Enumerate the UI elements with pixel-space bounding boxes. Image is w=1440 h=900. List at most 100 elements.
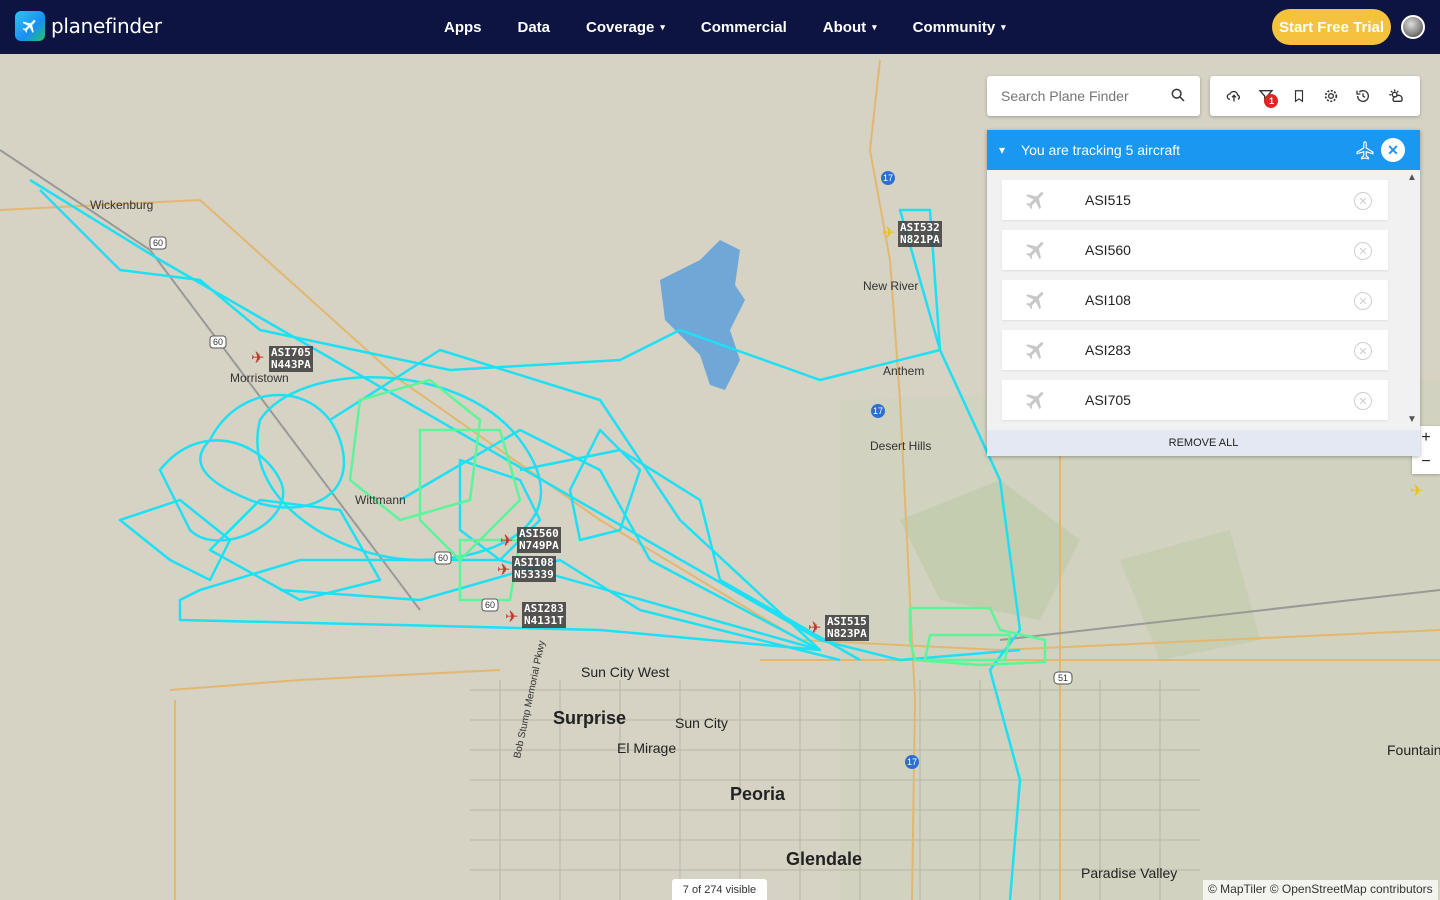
tracking-panel: ▾ You are tracking 5 aircraft ✕ ▲ ASI515… bbox=[987, 130, 1420, 456]
aircraft-label-asi560[interactable]: ASI560 N749PA bbox=[517, 527, 561, 553]
place-new-river: New River bbox=[863, 279, 919, 293]
tracked-aircraft-item[interactable]: ASI560 ✕ bbox=[1002, 230, 1388, 270]
tracking-header[interactable]: ▾ You are tracking 5 aircraft ✕ bbox=[987, 130, 1420, 170]
nav-coverage[interactable]: Coverage ▾ bbox=[586, 19, 665, 36]
aircraft-registration: N823PA bbox=[827, 627, 867, 640]
aircraft-label-asi532[interactable]: ASI532 N821PA bbox=[898, 221, 942, 247]
plane-icon bbox=[1024, 388, 1048, 417]
search-icon[interactable] bbox=[1170, 87, 1186, 108]
tracked-aircraft-item[interactable]: ASI108 ✕ bbox=[1002, 280, 1388, 320]
remove-all-button[interactable]: REMOVE ALL bbox=[987, 430, 1420, 456]
scroll-up-icon[interactable]: ▲ bbox=[1407, 172, 1417, 183]
search-box[interactable] bbox=[987, 76, 1200, 116]
aircraft-icon[interactable]: ✈ bbox=[505, 610, 518, 626]
aircraft-icon[interactable]: ✈ bbox=[497, 563, 510, 579]
chevron-down-icon[interactable]: ▾ bbox=[999, 143, 1005, 157]
tracked-aircraft-item[interactable]: ASI515 ✕ bbox=[1002, 180, 1388, 220]
us60-shield-c: 60 bbox=[438, 553, 448, 563]
place-glendale: Glendale bbox=[786, 849, 863, 869]
nav-community-label: Community bbox=[912, 18, 996, 36]
aircraft-icon[interactable]: ✈ bbox=[808, 621, 821, 637]
plane-icon bbox=[1024, 238, 1048, 267]
az51-shield: 51 bbox=[1058, 673, 1068, 683]
history-icon[interactable] bbox=[1353, 86, 1373, 106]
chevron-down-icon: ▾ bbox=[1001, 21, 1006, 32]
tracked-aircraft-item[interactable]: ASI705 ✕ bbox=[1002, 380, 1388, 420]
place-anthem: Anthem bbox=[883, 364, 925, 378]
top-navbar: planefinder Apps Data Coverage ▾ Commerci… bbox=[0, 0, 1440, 54]
place-morristown: Morristown bbox=[230, 371, 289, 385]
nav-commercial[interactable]: Commercial bbox=[701, 19, 787, 36]
place-desert-hills: Desert Hills bbox=[870, 439, 932, 453]
weather-icon[interactable] bbox=[1386, 86, 1406, 106]
us60-shield-d: 60 bbox=[485, 600, 495, 610]
tracked-callsign: ASI515 bbox=[1085, 192, 1131, 208]
nav-coverage-label: Coverage bbox=[586, 18, 655, 36]
place-surprise: Surprise bbox=[553, 708, 627, 728]
aircraft-registration: N821PA bbox=[900, 233, 940, 246]
place-paradise-valley: Paradise Valley bbox=[1081, 865, 1178, 881]
cloud-upload-icon[interactable] bbox=[1224, 86, 1244, 106]
i17-shield-north: 17 bbox=[883, 173, 893, 183]
filter-badge: 1 bbox=[1264, 94, 1279, 108]
remove-tracked-icon[interactable]: ✕ bbox=[1354, 242, 1372, 260]
place-sun-city-west: Sun City West bbox=[581, 664, 670, 680]
nav-about[interactable]: About ▾ bbox=[823, 19, 877, 36]
plane-icon bbox=[1024, 188, 1048, 217]
remove-tracked-icon[interactable]: ✕ bbox=[1354, 342, 1372, 360]
settings-icon[interactable] bbox=[1321, 86, 1341, 106]
place-wickenburg: Wickenburg bbox=[90, 198, 154, 212]
place-peoria: Peoria bbox=[730, 784, 786, 804]
tracked-callsign: ASI560 bbox=[1085, 242, 1131, 258]
i17-shield-mid: 17 bbox=[873, 406, 883, 416]
plane-logo-icon bbox=[15, 11, 45, 41]
start-free-trial-button[interactable]: Start Free Trial bbox=[1272, 9, 1391, 45]
aircraft-registration: N53339 bbox=[514, 568, 554, 581]
aircraft-registration: N4131T bbox=[524, 614, 564, 627]
us60-shield-a: 60 bbox=[153, 238, 163, 248]
aircraft-icon[interactable]: ✈ bbox=[251, 351, 264, 367]
tracked-callsign: ASI108 bbox=[1085, 292, 1131, 308]
aircraft-label-asi108[interactable]: ASI108 N53339 bbox=[512, 556, 556, 582]
aircraft-label-asi705[interactable]: ASI705 N443PA bbox=[269, 346, 313, 372]
remove-tracked-icon[interactable]: ✕ bbox=[1354, 192, 1372, 210]
tracked-callsign: ASI705 bbox=[1085, 392, 1131, 408]
place-fountain: Fountain bbox=[1387, 742, 1440, 758]
scroll-down-icon[interactable]: ▼ bbox=[1407, 414, 1417, 425]
aircraft-icon[interactable]: ✈ bbox=[500, 534, 513, 550]
nav-apps[interactable]: Apps bbox=[444, 19, 482, 36]
nav-data-label: Data bbox=[517, 18, 551, 36]
aircraft-icon[interactable]: ✈ bbox=[1410, 484, 1423, 500]
map-toolbar: 1 bbox=[1210, 76, 1420, 116]
filter-icon[interactable]: 1 bbox=[1256, 86, 1279, 108]
bookmark-icon[interactable] bbox=[1289, 86, 1309, 106]
tracked-aircraft-item[interactable]: ASI283 ✕ bbox=[1002, 330, 1388, 370]
aircraft-icon[interactable]: ✈ bbox=[882, 226, 895, 242]
user-avatar[interactable] bbox=[1401, 15, 1425, 39]
place-el-mirage: El Mirage bbox=[617, 740, 677, 756]
aircraft-label-asi515[interactable]: ASI515 N823PA bbox=[825, 615, 869, 641]
nav-data[interactable]: Data bbox=[518, 19, 551, 36]
remove-tracked-icon[interactable]: ✕ bbox=[1354, 292, 1372, 310]
nav-commercial-label: Commercial bbox=[700, 18, 787, 36]
brand-name: planefinder bbox=[51, 14, 162, 38]
chevron-down-icon: ▾ bbox=[872, 21, 877, 32]
place-wittmann: Wittmann bbox=[355, 493, 406, 507]
plane-icon bbox=[1024, 288, 1048, 317]
search-input[interactable] bbox=[1001, 88, 1161, 104]
aircraft-registration: N749PA bbox=[519, 539, 559, 552]
close-tracking-button[interactable]: ✕ bbox=[1381, 138, 1405, 162]
nav-community[interactable]: Community ▾ bbox=[913, 19, 1006, 36]
visible-count: 7 of 274 visible bbox=[672, 879, 767, 900]
remove-tracked-icon[interactable]: ✕ bbox=[1354, 392, 1372, 410]
aircraft-registration: N443PA bbox=[271, 358, 311, 371]
nav-about-label: About bbox=[822, 18, 867, 36]
place-sun-city: Sun City bbox=[675, 715, 728, 731]
plane-outline-icon[interactable] bbox=[1355, 140, 1375, 163]
planefinder-logo[interactable]: planefinder bbox=[15, 11, 162, 41]
aircraft-label-asi283[interactable]: ASI283 N4131T bbox=[522, 602, 566, 628]
tracked-callsign: ASI283 bbox=[1085, 342, 1131, 358]
main-nav: Apps Data Coverage ▾ Commercial About ▾ Co… bbox=[444, 0, 1042, 54]
map-attribution[interactable]: © MapTiler © OpenStreetMap contributors bbox=[1203, 880, 1438, 900]
plane-icon bbox=[1024, 338, 1048, 367]
